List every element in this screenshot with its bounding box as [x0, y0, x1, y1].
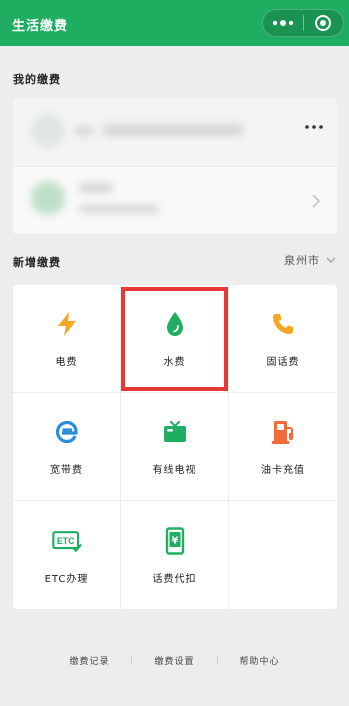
service-water[interactable]: 水费 — [121, 285, 229, 393]
my-bills-card — [13, 98, 337, 234]
service-label: 固话费 — [266, 357, 300, 368]
service-label: 电费 — [55, 357, 78, 368]
service-label: 话费代扣 — [152, 573, 197, 585]
more-dots-icon — [272, 20, 293, 26]
chevron-down-icon — [326, 257, 336, 263]
app-header: 生活缴费 — [0, 0, 349, 46]
etc-icon: ETC — [51, 526, 82, 556]
mini-program-capsule — [262, 9, 344, 37]
page-title: 生活缴费 — [12, 19, 69, 34]
tv-icon — [160, 417, 190, 447]
service-broadband[interactable]: 宽带费 — [13, 393, 121, 501]
bill-item-row[interactable] — [13, 166, 337, 234]
service-label: ETC办理 — [44, 573, 89, 585]
bill-account-row[interactable] — [13, 98, 337, 166]
service-label: 宽带费 — [50, 465, 83, 476]
city-selector[interactable]: 泉州市 — [284, 252, 336, 268]
phone-icon — [268, 309, 298, 339]
close-circle-icon — [315, 15, 332, 31]
help-center-link[interactable]: 帮助中心 — [218, 654, 302, 667]
service-fuel-card[interactable]: 油卡充值 — [229, 393, 337, 501]
close-button[interactable] — [303, 10, 343, 36]
broadband-e-icon — [52, 417, 82, 447]
service-phone-autopay[interactable]: ¥ 话费代扣 — [121, 501, 229, 609]
empty-cell — [229, 501, 337, 609]
mobile-yuan-icon: ¥ — [160, 526, 190, 556]
service-landline[interactable]: 固话费 — [229, 285, 337, 393]
lightning-icon — [52, 309, 82, 339]
more-button[interactable] — [263, 10, 303, 36]
svg-text:ETC: ETC — [56, 536, 74, 546]
payment-records-link[interactable]: 缴费记录 — [47, 654, 131, 667]
city-label: 泉州市 — [284, 254, 320, 267]
service-label: 水费 — [163, 357, 186, 368]
service-electricity[interactable]: 电费 — [13, 285, 121, 393]
service-grid: 电费 水费 固话费 宽带费 有线电视 油卡充值 ETC ETC办理 ¥ 话费代扣 — [13, 285, 337, 609]
payment-settings-link[interactable]: 缴费设置 — [132, 654, 216, 667]
footer-links: 缴费记录 缴费设置 帮助中心 — [0, 652, 349, 668]
service-cable-tv[interactable]: 有线电视 — [121, 393, 229, 501]
service-label: 油卡充值 — [261, 465, 305, 476]
svg-text:¥: ¥ — [171, 535, 178, 546]
chevron-right-icon — [312, 194, 321, 208]
service-label: 有线电视 — [152, 465, 197, 476]
service-etc[interactable]: ETC ETC办理 — [13, 501, 121, 609]
my-bills-title: 我的缴费 — [13, 73, 61, 86]
gas-pump-icon — [268, 417, 298, 447]
more-options-icon[interactable] — [305, 124, 323, 130]
new-bills-title: 新增缴费 — [13, 256, 61, 269]
water-drop-icon — [160, 309, 190, 339]
